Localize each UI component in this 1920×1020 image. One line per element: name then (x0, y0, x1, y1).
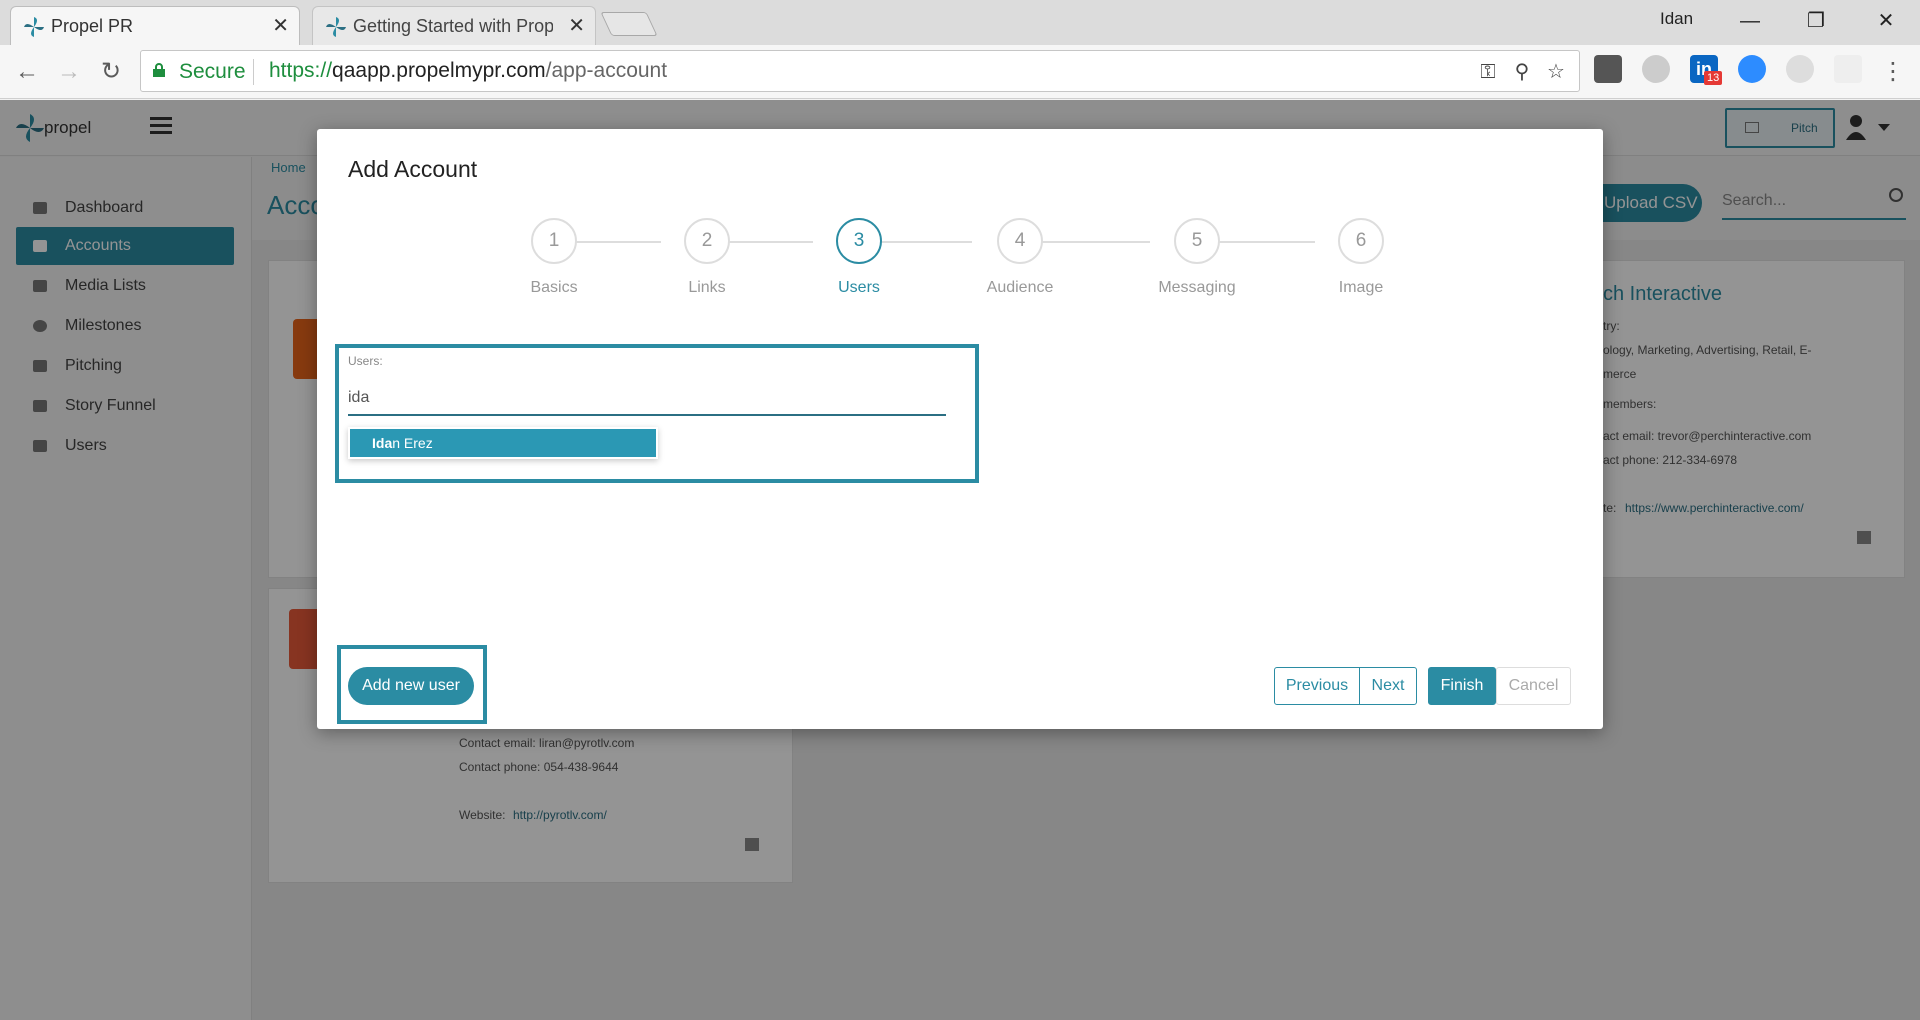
window-user-name[interactable]: Idan (1660, 9, 1693, 29)
lightbulb-extension-icon[interactable] (1594, 55, 1622, 83)
url-scheme: https:// (269, 59, 333, 82)
step-label: Users (838, 279, 880, 296)
tab-title: Propel PR (51, 16, 134, 36)
previous-button[interactable]: Previous (1274, 667, 1360, 705)
browser-toolbar: ← → ↻ Secure https://qaapp.propelmypr.co… (0, 45, 1920, 99)
secure-label: Secure (179, 60, 246, 83)
url-separator (253, 59, 254, 85)
tab-getting-started[interactable]: Getting Started with Prop ✕ (312, 6, 596, 45)
chrome-menu-icon[interactable]: ⋮ (1876, 55, 1910, 89)
user-suggestion-item[interactable]: Idan Erez (350, 429, 656, 457)
grey-extension-icon[interactable] (1786, 55, 1814, 83)
step-label: Messaging (1158, 279, 1236, 296)
back-icon[interactable]: ← (10, 55, 44, 89)
key-icon[interactable]: ⚿ (1475, 59, 1501, 85)
finish-button[interactable]: Finish (1428, 667, 1496, 705)
modal-title: Add Account (348, 156, 478, 182)
step-3-users[interactable]: 3 (836, 218, 882, 264)
propel-extension-icon[interactable] (1834, 55, 1862, 83)
close-icon[interactable]: ✕ (568, 7, 585, 46)
url-host: qaapp.propelmypr.com (332, 59, 546, 82)
tab-propel-pr[interactable]: Propel PR ✕ (10, 6, 300, 45)
browser-tabstrip: Propel PR ✕ Getting Started with Prop ✕ … (0, 0, 1920, 45)
step-6-image[interactable]: 6 (1338, 218, 1384, 264)
users-label: Users: (348, 354, 383, 368)
propel-logo-icon (326, 17, 346, 37)
step-label: Image (1338, 279, 1384, 296)
tab-title: Getting Started with Prop (353, 16, 553, 36)
add-account-modal: Add Account 1 2 3 4 5 6 Basics Links Use… (317, 129, 1603, 729)
step-1-basics[interactable]: 1 (531, 218, 577, 264)
step-label: Links (688, 279, 726, 296)
step-label: Basics (530, 279, 578, 296)
propel-logo-icon (24, 17, 44, 37)
url-text[interactable]: https://qaapp.propelmypr.com/app-account (269, 59, 667, 83)
close-icon[interactable]: ✕ (272, 7, 289, 46)
linkedin-extension-icon[interactable]: in 13 (1690, 55, 1723, 85)
minimize-icon[interactable]: — (1730, 6, 1770, 36)
close-window-icon[interactable]: ✕ (1866, 6, 1906, 36)
address-bar[interactable]: Secure https://qaapp.propelmypr.com/app-… (140, 50, 1580, 92)
step-2-links[interactable]: 2 (684, 218, 730, 264)
lock-icon (153, 63, 165, 77)
user-suggestion-dropdown: Idan Erez (348, 427, 658, 459)
zoom-icon[interactable]: ⚲ (1509, 59, 1535, 85)
zoom-meeting-extension-icon[interactable] (1738, 55, 1766, 83)
next-button[interactable]: Next (1359, 667, 1417, 705)
restore-icon[interactable]: ❐ (1796, 6, 1836, 36)
users-input[interactable] (348, 382, 946, 416)
extension-badge: 13 (1704, 71, 1723, 85)
step-4-audience[interactable]: 4 (997, 218, 1043, 264)
forward-icon[interactable]: → (52, 55, 86, 89)
new-tab-button[interactable] (600, 12, 658, 36)
suggestion-match: Ida (372, 435, 393, 451)
add-new-user-button[interactable]: Add new user (348, 667, 474, 705)
suggestion-rest: n Erez (392, 435, 433, 451)
star-icon[interactable]: ☆ (1543, 59, 1569, 85)
circle-extension-icon[interactable] (1642, 55, 1670, 83)
reload-icon[interactable]: ↻ (94, 55, 128, 89)
step-5-messaging[interactable]: 5 (1174, 218, 1220, 264)
cancel-button[interactable]: Cancel (1496, 667, 1571, 705)
url-path: /app-account (545, 59, 668, 82)
step-label: Audience (986, 279, 1054, 296)
